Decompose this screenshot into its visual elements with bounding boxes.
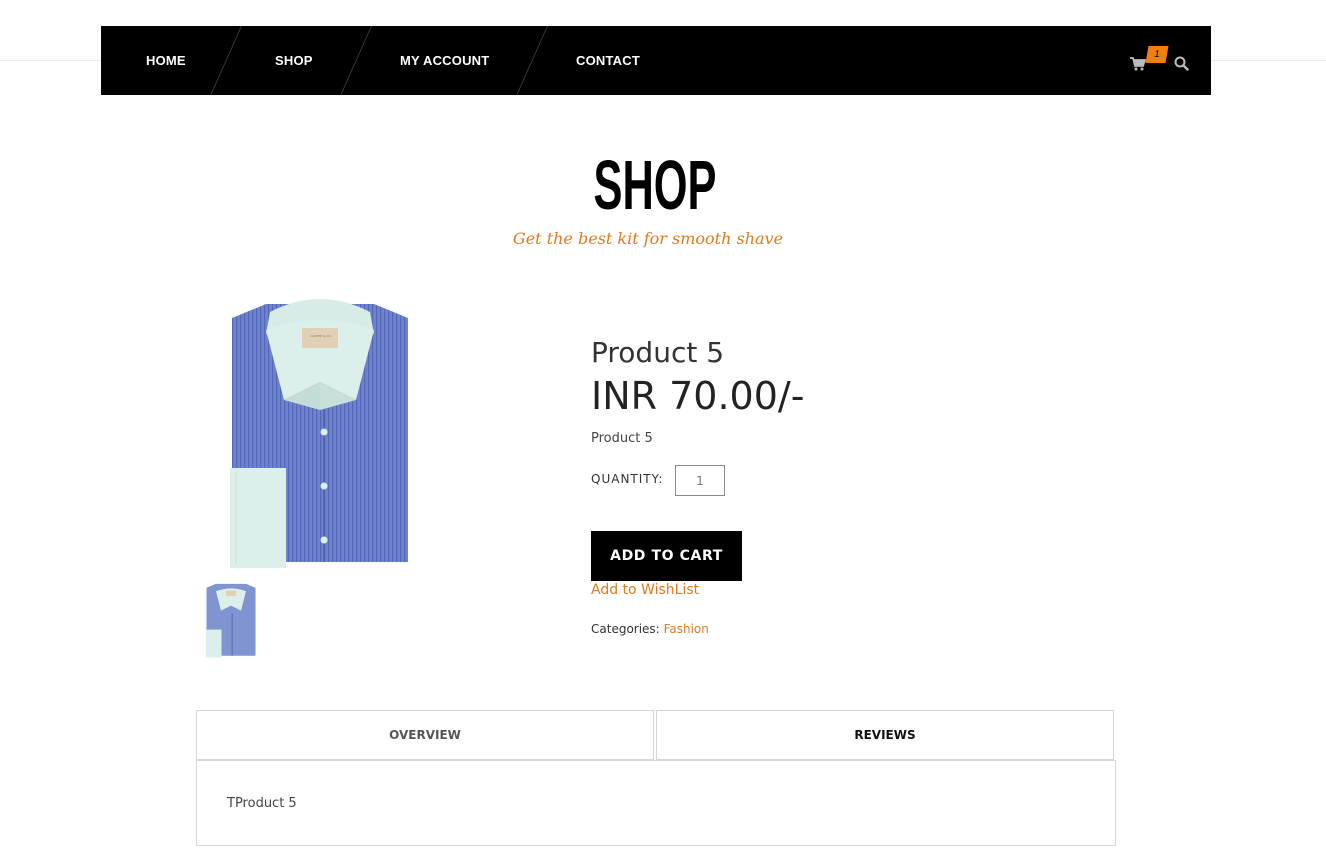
nav-contact[interactable]: CONTACT (576, 26, 640, 95)
product-main-image[interactable]: CARTER & CO. (224, 290, 416, 570)
tab-panel-content: TProduct 5 (227, 796, 297, 811)
shopping-cart-icon[interactable] (1130, 56, 1147, 71)
product-short-description: Product 5 (591, 431, 653, 446)
quantity-input[interactable] (675, 465, 725, 496)
nav-separator (516, 26, 548, 95)
nav-shop[interactable]: SHOP (275, 26, 313, 95)
search-icon[interactable] (1174, 56, 1189, 71)
product-price: INR 70.00/- (591, 374, 805, 418)
cart-count-badge: 1 (1145, 46, 1169, 63)
product-categories: Categories: Fashion (591, 622, 709, 636)
product-name: Product 5 (591, 336, 725, 369)
nav-my-account[interactable]: MY ACCOUNT (400, 26, 489, 95)
nav-separator (340, 26, 372, 95)
product-thumbnail[interactable] (203, 580, 259, 658)
categories-label: Categories: (591, 622, 660, 636)
page-title: SHOP (593, 146, 717, 224)
nav-separator (210, 26, 242, 95)
nav-home[interactable]: HOME (146, 26, 186, 95)
add-to-wishlist-link[interactable]: Add to WishList (591, 582, 699, 598)
quantity-label: QUANTITY: (591, 472, 664, 486)
tab-reviews[interactable]: REVIEWS (656, 710, 1114, 760)
product-label: CARTER & CO. (310, 334, 332, 338)
tab-overview[interactable]: OVERVIEW (196, 710, 654, 760)
page-subtitle: Get the best kit for smooth shave (512, 229, 784, 248)
main-navbar: HOME SHOP MY ACCOUNT CONTACT 1 (101, 26, 1211, 95)
tab-panel: TProduct 5 (196, 760, 1116, 846)
category-link-fashion[interactable]: Fashion (664, 622, 709, 636)
add-to-cart-button[interactable]: ADD TO CART (591, 531, 742, 581)
